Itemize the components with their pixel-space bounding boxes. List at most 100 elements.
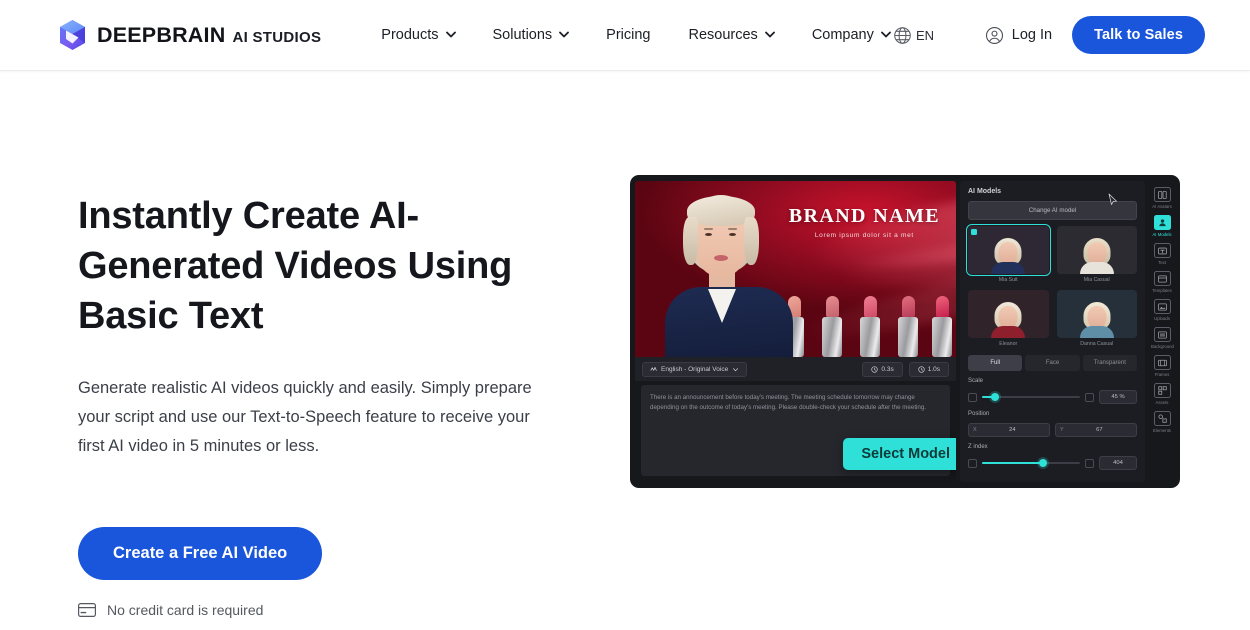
lipstick-item [860, 296, 880, 357]
brand-name: DEEPBRAIN [97, 22, 226, 47]
brand-headline: BRAND NAME [788, 205, 940, 227]
hero-subtitle: Generate realistic AI videos quickly and… [78, 379, 532, 455]
globe-icon [893, 26, 912, 45]
z-back-icon [968, 458, 977, 468]
lipstick-item [898, 296, 918, 357]
clock-icon [871, 365, 879, 373]
z-index-slider-row: 404 [968, 456, 1137, 470]
hero-copy: Instantly Create AI-Generated Videos Usi… [0, 191, 560, 618]
script-toolbar: English - Original Voice 0.3s 1.0s [635, 357, 956, 381]
script-text: There is an announcement before today's … [650, 394, 927, 411]
rail-item-ai-avatars[interactable]: AI Avatars [1151, 187, 1173, 209]
select-model-button[interactable]: Select Model [843, 438, 956, 470]
brand-name-overlay: BRAND NAME Lorem ipsum dolor sit a met [789, 205, 940, 239]
z-index-value[interactable]: 404 [1099, 456, 1137, 470]
nav-label: Solutions [492, 27, 553, 43]
login-button[interactable]: Log In [985, 26, 1052, 45]
position-x-field[interactable]: X 24 [968, 423, 1050, 437]
segment-full[interactable]: Full [968, 355, 1023, 371]
crop-segment-control: Full Face Transparent [968, 355, 1137, 371]
user-circle-icon [985, 26, 1004, 45]
model-card[interactable]: Eleanor [968, 290, 1049, 347]
model-card[interactable]: Mia Casual [1056, 226, 1137, 283]
background-icon [1153, 327, 1171, 342]
rail-label: Background [1151, 344, 1174, 349]
model-card[interactable]: Danna Casual [1056, 290, 1137, 347]
duration-badge[interactable]: 1.0s [908, 361, 949, 377]
position-x-prefix: X [973, 427, 977, 433]
ai-models-panel: AI Models Change AI model Mia Suit Mia C… [960, 181, 1145, 482]
rail-item-frames[interactable]: Frames [1151, 355, 1173, 377]
rail-label: Frames [1154, 372, 1170, 377]
model-name: Eleanor [999, 341, 1018, 347]
position-label: Position [968, 411, 990, 417]
segment-face[interactable]: Face [1025, 355, 1080, 371]
hero-section: Instantly Create AI-Generated Videos Usi… [0, 71, 1250, 618]
scale-small-icon [968, 392, 977, 402]
nav-label: Products [381, 27, 439, 43]
create-free-ai-video-button[interactable]: Create a Free AI Video [78, 527, 323, 580]
position-x-value: 24 [1009, 427, 1016, 433]
rail-label: Uploads [1154, 316, 1170, 321]
z-index-slider[interactable] [982, 459, 1080, 467]
duration-badge[interactable]: 0.3s [862, 361, 903, 377]
brand-tagline: Lorem ipsum dolor sit a met [814, 232, 914, 239]
person-card-icon [1153, 215, 1171, 230]
chevron-down-icon [764, 31, 775, 40]
rail-item-text[interactable]: Text [1151, 243, 1173, 265]
login-label: Log In [1011, 27, 1053, 43]
editor-stage-column: BRAND NAME Lorem ipsum dolor sit a met E… [635, 181, 956, 482]
model-card[interactable]: Mia Suit [966, 224, 1051, 283]
rail-label: Assets [1155, 400, 1169, 405]
talk-to-sales-button[interactable]: Talk to Sales [1072, 16, 1205, 54]
product-screenshot: BRAND NAME Lorem ipsum dolor sit a met E… [630, 175, 1180, 488]
no-credit-card-note: No credit card is required [78, 602, 560, 618]
rail-item-templates[interactable]: Templates [1151, 271, 1173, 293]
nav-item-pricing[interactable]: Pricing [606, 27, 650, 43]
model-name: Mia Suit [998, 277, 1018, 283]
rail-item-assets[interactable]: Assets [1151, 383, 1173, 405]
main-nav: Products Solutions Pricing Resources Com… [381, 27, 891, 43]
clock-icon [918, 365, 925, 373]
rail-item-ai-models[interactable]: AI Models [1151, 215, 1173, 237]
rail-label: AI Avatars [1152, 204, 1172, 209]
chevron-down-icon [880, 31, 891, 40]
ai-studios-editor-mock: BRAND NAME Lorem ipsum dolor sit a met E… [630, 175, 1180, 488]
voice-label: English - Original Voice [661, 365, 729, 373]
nav-label: Company [811, 27, 874, 43]
upload-image-icon [1153, 299, 1171, 314]
scale-value[interactable]: 45 % [1099, 390, 1137, 404]
brand-logo[interactable]: DEEPBRAIN AI STUDIOS [58, 19, 321, 51]
nav-item-resources[interactable]: Resources [689, 27, 775, 43]
assets-icon [1153, 383, 1171, 398]
position-y-field[interactable]: Y 67 [1055, 423, 1137, 437]
z-index-label: Z index [968, 444, 988, 450]
rail-item-elements[interactable]: Elements [1151, 411, 1173, 433]
position-y-prefix: Y [1060, 427, 1064, 433]
scale-slider-row: 45 % [968, 390, 1137, 404]
avatar-grid-icon [1153, 187, 1171, 202]
model-grid: Mia Suit Mia Casual Eleanor Danna Casual [966, 224, 1137, 347]
brand-sub: AI STUDIOS [232, 28, 322, 46]
mouse-pointer-icon [1108, 193, 1118, 211]
video-preview[interactable]: BRAND NAME Lorem ipsum dolor sit a met [635, 181, 956, 357]
nav-item-products[interactable]: Products [381, 27, 456, 43]
cube-logo-icon [58, 19, 87, 51]
chevron-down-icon [732, 366, 739, 373]
rail-item-uploads[interactable]: Uploads [1151, 299, 1173, 321]
rail-item-background[interactable]: Background [1151, 327, 1174, 349]
site-header: DEEPBRAIN AI STUDIOS Products Solutions … [0, 0, 1250, 71]
language-switcher[interactable]: EN [893, 26, 934, 45]
position-fields: X 24 Y 67 [968, 423, 1137, 437]
voice-selector[interactable]: English - Original Voice [642, 361, 748, 377]
script-editor[interactable]: There is an announcement before today's … [641, 385, 956, 476]
scale-slider[interactable] [982, 393, 1080, 401]
no-credit-card-label: No credit card is required [107, 602, 264, 618]
lipstick-item [822, 296, 842, 357]
chevron-down-icon [445, 31, 456, 40]
nav-item-solutions[interactable]: Solutions [492, 27, 570, 43]
nav-item-company[interactable]: Company [811, 27, 891, 43]
position-y-value: 67 [1096, 427, 1103, 433]
model-name: Danna Casual [1080, 341, 1114, 347]
segment-transparent[interactable]: Transparent [1082, 355, 1137, 371]
